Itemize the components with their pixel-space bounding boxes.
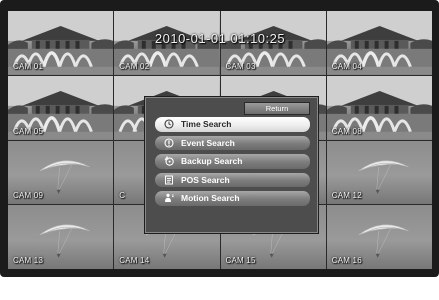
return-button[interactable]: Return xyxy=(244,102,310,115)
camera-label: CAM 16 xyxy=(331,256,362,265)
menu-item-label: Event Search xyxy=(181,137,235,148)
menu-item-label: Motion Search xyxy=(181,193,240,204)
camera-tile[interactable]: CAM 05 xyxy=(8,75,114,140)
camera-label: CAM 02 xyxy=(119,61,150,71)
camera-label: CAM 03 xyxy=(225,61,256,71)
camera-tile[interactable]: CAM 12 xyxy=(326,140,432,205)
camera-label: CAM 01 xyxy=(13,61,44,71)
camera-tile[interactable]: CAM 09 xyxy=(8,140,114,205)
camera-tile[interactable]: CAM 08 xyxy=(326,75,432,140)
event-icon xyxy=(163,137,175,149)
camera-label: CAM 08 xyxy=(331,126,362,136)
menu-item-time-search[interactable]: Time Search xyxy=(155,117,310,132)
menu-item-event-search[interactable]: Event Search xyxy=(155,135,310,150)
search-menu: Return Time Search Event Search Backup S… xyxy=(144,96,319,234)
datetime-display: 2010-01-01 01:10:25 xyxy=(154,31,286,46)
search-menu-list: Time Search Event Search Backup Search P… xyxy=(155,117,310,206)
menu-item-label: POS Search xyxy=(181,174,230,185)
camera-label: C xyxy=(119,191,126,201)
camera-label: CAM 15 xyxy=(225,256,256,265)
camera-tile[interactable]: CAM 13 xyxy=(8,205,114,269)
camera-label: CAM 09 xyxy=(13,191,44,201)
camera-tile[interactable]: CAM 16 xyxy=(326,205,432,269)
camera-label: CAM 14 xyxy=(119,256,150,265)
clock-icon xyxy=(163,118,175,130)
camera-label: CAM 12 xyxy=(331,191,362,201)
pos-icon xyxy=(163,174,175,186)
camera-label: CAM 04 xyxy=(331,61,362,71)
camera-label: CAM 05 xyxy=(13,126,44,136)
backup-icon xyxy=(163,155,175,167)
menu-item-backup-search[interactable]: Backup Search xyxy=(155,154,310,169)
dvr-screen: CAM 01 CAM 02 CAM 03 CAM 04 CAM 05 CAM 08 CAM … xyxy=(8,11,432,269)
menu-item-label: Backup Search xyxy=(181,156,243,167)
menu-item-pos-search[interactable]: POS Search xyxy=(155,172,310,187)
camera-label: CAM 13 xyxy=(13,256,44,265)
monitor-bezel: CAM 01 CAM 02 CAM 03 CAM 04 CAM 05 CAM 08 CAM … xyxy=(0,0,439,277)
motion-icon xyxy=(163,192,175,204)
menu-item-label: Time Search xyxy=(181,119,232,130)
menu-item-motion-search[interactable]: Motion Search xyxy=(155,191,310,206)
